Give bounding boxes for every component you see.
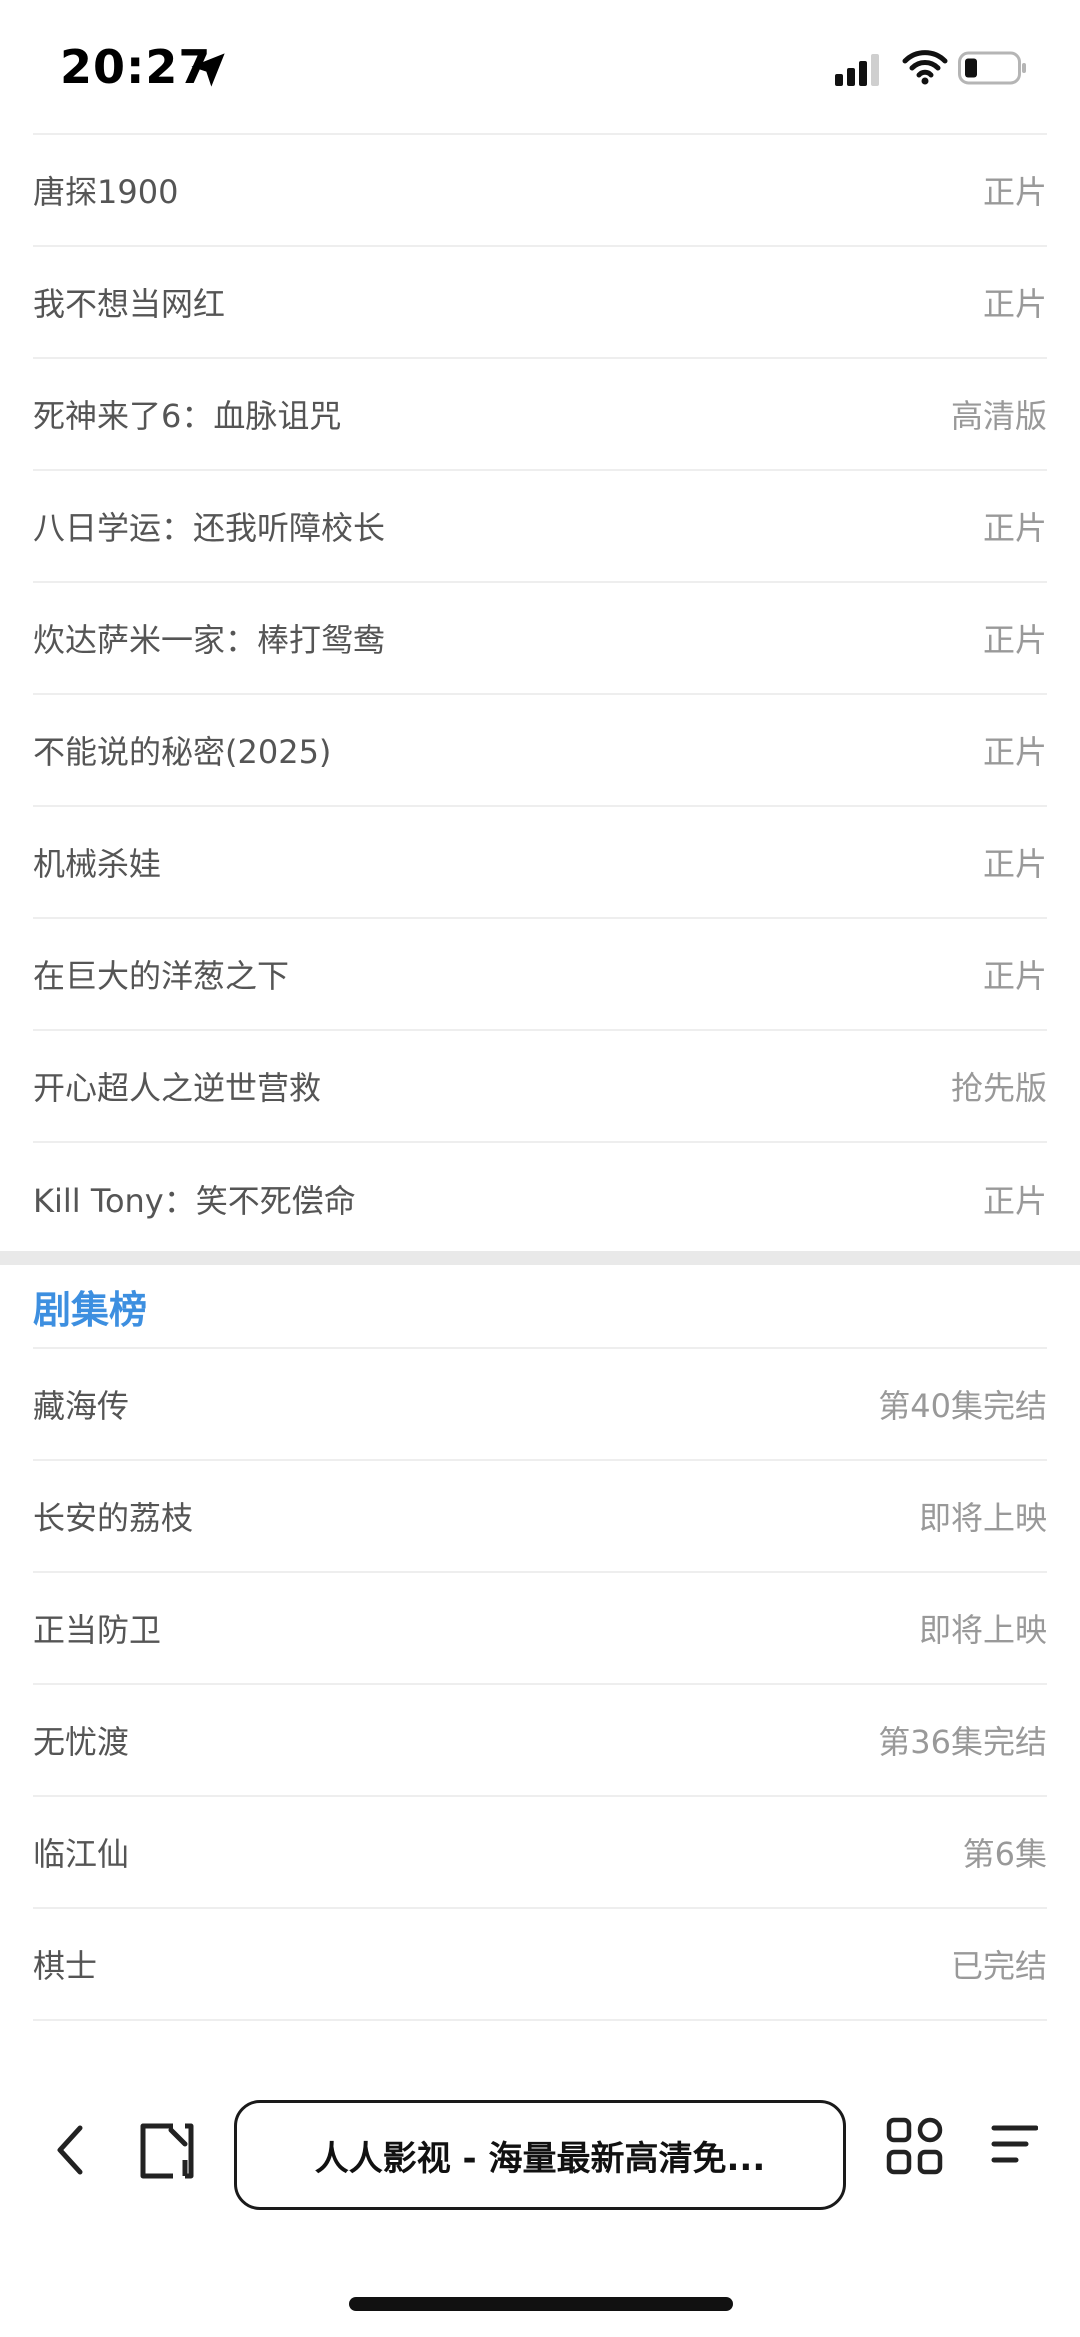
- list-item[interactable]: 临江仙 第6集: [33, 1797, 1047, 1909]
- section-title: 剧集榜: [33, 1287, 148, 1332]
- cellular-signal-icon: [835, 54, 879, 86]
- item-title: 不能说的秘密(2025): [33, 733, 332, 771]
- list-item[interactable]: 开心超人之逆世营救 抢先版: [33, 1031, 1047, 1143]
- list-item[interactable]: 八日学运：还我听障校长 正片: [33, 471, 1047, 583]
- list-item[interactable]: 在巨大的洋葱之下 正片: [33, 919, 1047, 1031]
- list-item[interactable]: Kill Tony：笑不死偿命 正片: [33, 1143, 1047, 1255]
- item-status: 已完结: [950, 1947, 1047, 1985]
- list-item[interactable]: 我不想当网红 正片: [33, 247, 1047, 359]
- item-title: Kill Tony：笑不死偿命: [33, 1182, 356, 1220]
- list-item[interactable]: 藏海传 第40集完结: [33, 1349, 1047, 1461]
- item-status: 抢先版: [950, 1069, 1047, 1107]
- apps-button[interactable]: [884, 2115, 946, 2177]
- item-title: 八日学运：还我听障校长: [33, 509, 386, 547]
- menu-icon: [991, 2125, 1038, 2163]
- back-button[interactable]: [40, 2120, 100, 2180]
- item-title: 唐探1900: [33, 173, 179, 211]
- list-item[interactable]: 不能说的秘密(2025) 正片: [33, 695, 1047, 807]
- wifi-icon: [902, 50, 948, 85]
- address-bar[interactable]: 人人影视 - 海量最新高清免...: [234, 2100, 846, 2210]
- item-status: 正片: [982, 621, 1047, 659]
- item-title: 无忧渡: [33, 1723, 130, 1761]
- item-title: 死神来了6：血脉诅咒: [33, 397, 342, 435]
- item-status: 正片: [982, 733, 1047, 771]
- menu-button[interactable]: [984, 2118, 1040, 2174]
- item-status: 正片: [982, 173, 1047, 211]
- item-status: 第40集完结: [878, 1387, 1047, 1425]
- list-item[interactable]: 正当防卫 即将上映: [33, 1573, 1047, 1685]
- item-status: 正片: [982, 285, 1047, 323]
- section-header: 剧集榜: [33, 1265, 1047, 1349]
- tabs-button[interactable]: [130, 2115, 202, 2187]
- list-item[interactable]: 唐探1900 正片: [33, 135, 1047, 247]
- item-title: 棋士: [33, 1947, 98, 1985]
- page-content: 唐探1900 正片 我不想当网红 正片 死神来了6：血脉诅咒 高清版 八日学运：…: [0, 0, 1080, 2070]
- item-title: 开心超人之逆世营救: [33, 1069, 322, 1107]
- item-status: 正片: [982, 845, 1047, 883]
- list-item[interactable]: 长安的荔枝 即将上映: [33, 1461, 1047, 1573]
- status-bar: 20:27: [0, 0, 1080, 134]
- item-title: 炊达萨米一家：棒打鸳鸯: [33, 621, 386, 659]
- item-status: 正片: [982, 509, 1047, 547]
- item-title: 正当防卫: [33, 1611, 162, 1649]
- chevron-left-icon: [57, 2125, 83, 2175]
- item-status: 第6集: [962, 1835, 1047, 1873]
- item-title: 在巨大的洋葱之下: [33, 957, 290, 995]
- item-status: 高清版: [950, 397, 1047, 435]
- item-title: 长安的荔枝: [33, 1499, 194, 1537]
- list-item[interactable]: 机械杀娃 正片: [33, 807, 1047, 919]
- item-title: 机械杀娃: [33, 845, 162, 883]
- item-status: 即将上映: [918, 1499, 1047, 1537]
- item-status: 正片: [982, 1182, 1047, 1220]
- tabs-icon: [140, 2123, 194, 2179]
- list-item[interactable]: 炊达萨米一家：棒打鸳鸯 正片: [33, 583, 1047, 695]
- item-title: 临江仙: [33, 1835, 130, 1873]
- item-status: 第36集完结: [878, 1723, 1047, 1761]
- list-item[interactable]: 无忧渡 第36集完结: [33, 1685, 1047, 1797]
- list-item[interactable]: 棋士 已完结: [33, 1909, 1047, 2021]
- list-item[interactable]: 死神来了6：血脉诅咒 高清版: [33, 359, 1047, 471]
- item-status: 即将上映: [918, 1611, 1047, 1649]
- item-title: 我不想当网红: [33, 285, 226, 323]
- home-indicator[interactable]: [349, 2297, 733, 2311]
- section-separator: [0, 1251, 1080, 1265]
- item-status: 正片: [982, 957, 1047, 995]
- location-arrow-icon: [191, 53, 225, 87]
- battery-icon: [958, 51, 1026, 85]
- item-title: 藏海传: [33, 1387, 130, 1425]
- grid-icon: [886, 2117, 943, 2175]
